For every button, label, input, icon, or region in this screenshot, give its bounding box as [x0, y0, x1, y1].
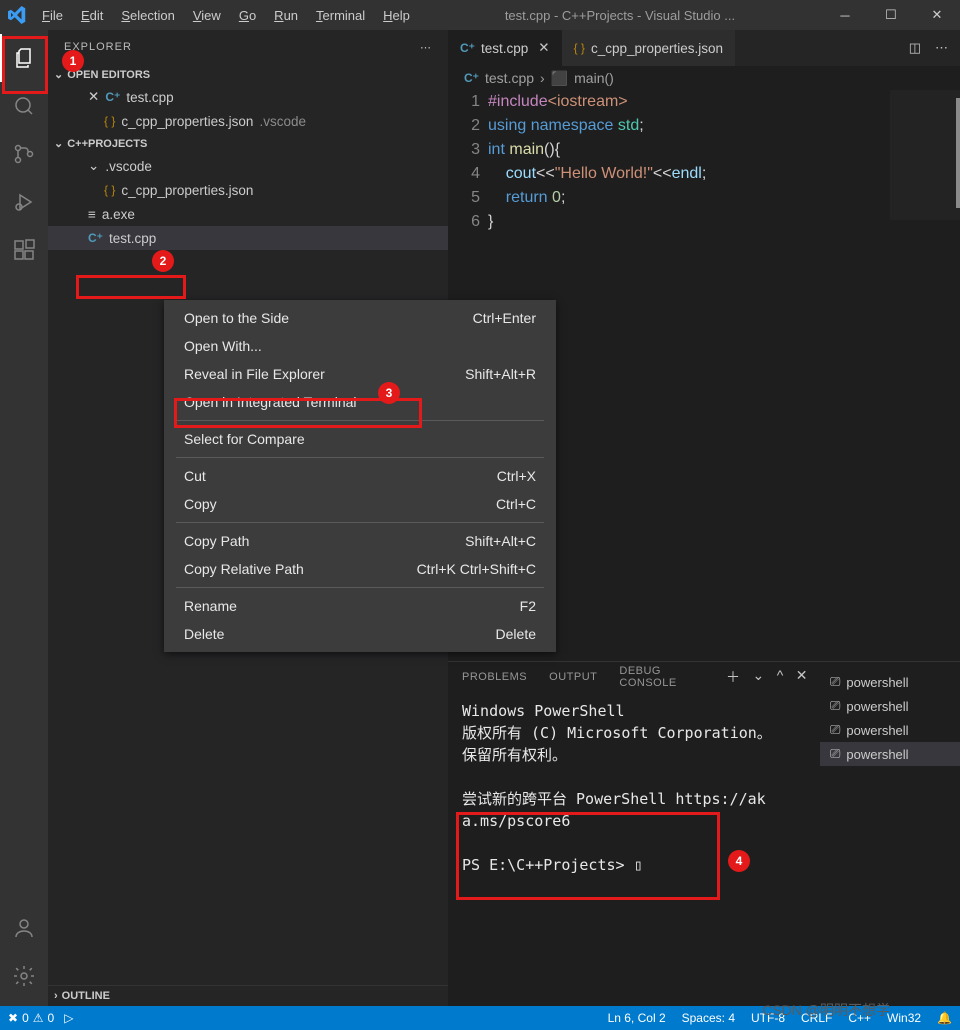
- ctx-copy[interactable]: CopyCtrl+C: [164, 490, 556, 518]
- annotation-4: 4: [728, 850, 750, 872]
- terminal-icon: ⎚: [830, 722, 840, 738]
- ctx-copy-path[interactable]: Copy PathShift+Alt+C: [164, 527, 556, 555]
- status-spaces[interactable]: Spaces: 4: [682, 1011, 735, 1025]
- ctx-copy-relative-path[interactable]: Copy Relative PathCtrl+K Ctrl+Shift+C: [164, 555, 556, 583]
- tree-item-testcpp[interactable]: C⁺test.cpp: [48, 226, 448, 250]
- chevron-right-icon: ›: [54, 990, 58, 1002]
- new-terminal-icon[interactable]: ＋: [726, 667, 741, 687]
- explorer-icon[interactable]: [0, 34, 48, 82]
- sidebar-more-icon[interactable]: ⋯: [420, 41, 432, 54]
- status-os[interactable]: Win32: [887, 1011, 921, 1025]
- tab-more-icon[interactable]: ⋯: [935, 40, 948, 56]
- chevron-down-icon: ⌄: [88, 158, 99, 174]
- close-icon[interactable]: ✕: [538, 40, 549, 56]
- terminal-item[interactable]: ⎚powershell: [820, 694, 960, 718]
- terminal-list: ⎚powershell⎚powershell⎚powershell⎚powers…: [820, 662, 960, 1006]
- activity-bar: [0, 30, 48, 1006]
- ctx-select-for-compare[interactable]: Select for Compare: [164, 425, 556, 453]
- open-editor-item[interactable]: { } c_cpp_properties.json .vscode: [48, 109, 448, 133]
- breadcrumb[interactable]: C⁺ test.cpp › ⬛ main(): [448, 66, 960, 90]
- ctx-open-with-[interactable]: Open With...: [164, 332, 556, 360]
- editor-tabs: C⁺ test.cpp ✕ { } c_cpp_properties.json …: [448, 30, 960, 66]
- status-errors[interactable]: ✖ 0 ⚠ 0: [8, 1011, 54, 1025]
- tree-item-aexe[interactable]: ≡a.exe: [48, 202, 448, 226]
- json-file-icon: { }: [574, 41, 585, 55]
- source-control-icon[interactable]: [0, 130, 48, 178]
- menu-help[interactable]: Help: [375, 4, 418, 27]
- json-file-icon: { }: [104, 114, 115, 128]
- status-run-icon[interactable]: ▷: [64, 1011, 73, 1025]
- terminal-item[interactable]: ⎚powershell: [820, 670, 960, 694]
- window-title: test.cpp - C++Projects - Visual Studio .…: [418, 8, 822, 23]
- account-icon[interactable]: [0, 904, 48, 952]
- watermark: CSDN @明明不想学: [762, 1000, 890, 1020]
- vscode-logo: [0, 6, 34, 24]
- close-button[interactable]: ✕: [914, 0, 960, 30]
- tree-item-c_cpp_propertiesjson[interactable]: { }c_cpp_properties.json: [48, 178, 448, 202]
- bottom-panel: PROBLEMS OUTPUT DEBUG CONSOLE ＋ ⌄ ^ ✕ Wi…: [448, 661, 960, 1006]
- menu-selection[interactable]: Selection: [113, 4, 182, 27]
- ctx-rename[interactable]: RenameF2: [164, 592, 556, 620]
- maximize-button[interactable]: ☐: [868, 0, 914, 30]
- outline-header[interactable]: › OUTLINE: [48, 985, 448, 1006]
- open-editor-item[interactable]: ✕ C⁺ test.cpp: [48, 85, 448, 109]
- annotation-3: 3: [378, 382, 400, 404]
- menu-terminal[interactable]: Terminal: [308, 4, 373, 27]
- file-icon: ≡: [88, 207, 96, 222]
- status-bell-icon[interactable]: 🔔: [937, 1011, 952, 1025]
- chevron-down-icon: ⌄: [54, 68, 63, 81]
- annotation-2: 2: [152, 250, 174, 272]
- settings-gear-icon[interactable]: [0, 952, 48, 1000]
- split-editor-icon[interactable]: ◫: [909, 40, 921, 56]
- cpp-file-icon: C⁺: [460, 41, 475, 55]
- panel-tab-output[interactable]: OUTPUT: [549, 671, 597, 683]
- main-menu: File Edit Selection View Go Run Terminal…: [34, 4, 418, 27]
- search-icon[interactable]: [0, 82, 48, 130]
- status-ln-col[interactable]: Ln 6, Col 2: [608, 1011, 666, 1025]
- close-panel-icon[interactable]: ✕: [796, 667, 808, 687]
- close-icon[interactable]: ✕: [88, 89, 99, 105]
- terminal-item[interactable]: ⎚powershell: [820, 742, 960, 766]
- project-header[interactable]: ⌄ C++PROJECTS: [48, 133, 448, 154]
- terminal-icon: ⎚: [830, 698, 840, 714]
- debug-icon[interactable]: [0, 178, 48, 226]
- tree-item-vscode[interactable]: ⌄.vscode: [48, 154, 448, 178]
- terminal-body[interactable]: Windows PowerShell 版权所有 (C) Microsoft Co…: [448, 692, 820, 1006]
- ctx-open-to-the-side[interactable]: Open to the SideCtrl+Enter: [164, 304, 556, 332]
- menu-file[interactable]: File: [34, 4, 71, 27]
- minimap[interactable]: [890, 90, 960, 220]
- ctx-cut[interactable]: CutCtrl+X: [164, 462, 556, 490]
- terminal-item[interactable]: ⎚powershell: [820, 718, 960, 742]
- menu-view[interactable]: View: [185, 4, 229, 27]
- cube-icon: ⬛: [551, 70, 568, 87]
- chevron-down-icon: ⌄: [54, 137, 63, 150]
- menu-go[interactable]: Go: [231, 4, 264, 27]
- cpp-file-icon: C⁺: [105, 90, 120, 104]
- chevron-right-icon: ›: [540, 70, 545, 86]
- json-file-icon: { }: [104, 183, 115, 197]
- chevron-down-icon[interactable]: ⌄: [752, 667, 764, 687]
- ctx-delete[interactable]: DeleteDelete: [164, 620, 556, 648]
- menu-run[interactable]: Run: [266, 4, 306, 27]
- minimize-button[interactable]: ─: [822, 0, 868, 30]
- cpp-file-icon: C⁺: [464, 71, 479, 85]
- tab-json[interactable]: { } c_cpp_properties.json: [562, 30, 735, 66]
- maximize-panel-icon[interactable]: ^: [777, 667, 784, 687]
- tab-test-cpp[interactable]: C⁺ test.cpp ✕: [448, 30, 562, 66]
- title-bar: File Edit Selection View Go Run Terminal…: [0, 0, 960, 30]
- ctx-reveal-in-file-explorer[interactable]: Reveal in File ExplorerShift+Alt+R: [164, 360, 556, 388]
- extensions-icon[interactable]: [0, 226, 48, 274]
- ctx-open-in-integrated-terminal[interactable]: Open in Integrated Terminal: [164, 388, 556, 416]
- context-menu: Open to the SideCtrl+EnterOpen With...Re…: [164, 300, 556, 652]
- panel-tabs: PROBLEMS OUTPUT DEBUG CONSOLE ＋ ⌄ ^ ✕: [448, 662, 820, 692]
- open-editors-header[interactable]: ⌄ OPEN EDITORS: [48, 64, 448, 85]
- terminal-icon: ⎚: [830, 746, 840, 762]
- cpp-file-icon: C⁺: [88, 231, 103, 245]
- panel-tab-debug-console[interactable]: DEBUG CONSOLE: [619, 665, 704, 689]
- panel-tab-problems[interactable]: PROBLEMS: [462, 671, 527, 683]
- annotation-1: 1: [62, 50, 84, 72]
- menu-edit[interactable]: Edit: [73, 4, 111, 27]
- terminal-icon: ⎚: [830, 674, 840, 690]
